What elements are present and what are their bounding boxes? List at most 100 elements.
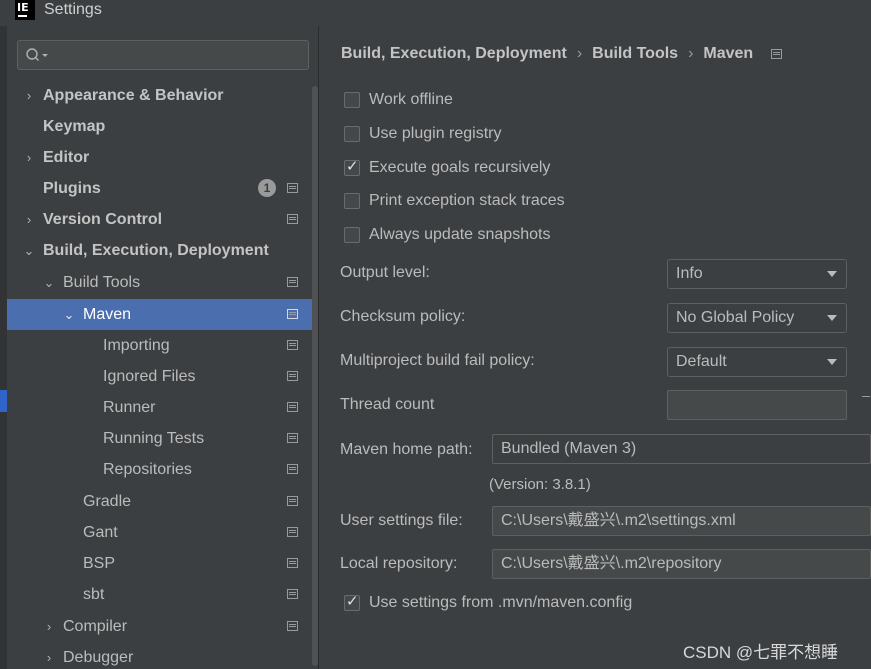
title-bar: IE Settings xyxy=(0,0,871,26)
project-settings-icon xyxy=(287,527,298,537)
sidebar-item-runner[interactable]: Runner xyxy=(7,392,318,423)
maven-settings-panel: Build, Execution, Deployment › Build Tools… xyxy=(319,26,871,669)
checkbox-box[interactable] xyxy=(344,227,360,243)
project-settings-icon xyxy=(287,309,298,319)
left-edge-marker xyxy=(0,390,7,412)
local-repository-label: Local repository: xyxy=(340,555,458,572)
sidebar-item-label: Build, Execution, Deployment xyxy=(43,242,269,259)
sidebar-item-label: Gradle xyxy=(83,493,132,510)
project-settings-icon xyxy=(771,49,783,59)
project-settings-icon xyxy=(287,496,298,506)
checkbox-box[interactable] xyxy=(344,92,360,108)
breadcrumb-item[interactable]: Build Tools xyxy=(592,45,678,63)
sidebar-item-ignored-files[interactable]: Ignored Files xyxy=(7,361,318,392)
thread-count-label: Thread count xyxy=(340,396,435,413)
dropdown-arrow-icon xyxy=(827,315,837,321)
settings-sidebar: › Appearance & Behavior Keymap › Editor … xyxy=(7,26,318,669)
checkbox-label: Print exception stack traces xyxy=(369,192,565,209)
sidebar-item-label: Running Tests xyxy=(103,430,205,447)
checksum-policy-label: Checksum policy: xyxy=(340,308,466,325)
window-title: Settings xyxy=(44,1,102,18)
sidebar-item-label: BSP xyxy=(83,555,116,572)
sidebar-item-version-control[interactable]: › Version Control xyxy=(7,204,318,235)
project-settings-icon xyxy=(287,589,298,599)
checkbox-label: Work offline xyxy=(369,91,453,108)
checkmark-icon: ✓ xyxy=(346,158,359,175)
sidebar-item-label: Repositories xyxy=(103,461,192,478)
checkbox-label: Use settings from .mvn/maven.config xyxy=(369,594,633,611)
sidebar-item-keymap[interactable]: Keymap xyxy=(7,111,318,142)
checkmark-icon: ✓ xyxy=(346,593,359,610)
maven-version-text: (Version: 3.8.1) xyxy=(489,476,591,493)
sidebar-item-label: Gant xyxy=(83,524,118,541)
sidebar-item-label: sbt xyxy=(83,586,105,603)
sidebar-item-label: Maven xyxy=(83,306,132,323)
project-settings-icon xyxy=(287,183,298,193)
project-settings-icon xyxy=(287,214,298,224)
user-settings-file-input[interactable]: C:\Users\戴盛兴\.m2\settings.xml xyxy=(492,506,871,536)
sidebar-item-label: Importing xyxy=(103,337,170,354)
project-settings-icon xyxy=(287,340,298,350)
breadcrumb-separator: › xyxy=(576,45,583,62)
select-value: No Global Policy xyxy=(676,309,795,326)
maven-home-path-select[interactable]: Bundled (Maven 3) xyxy=(492,434,871,464)
sidebar-item-debugger[interactable]: › Debugger xyxy=(7,642,318,669)
chevron-right-icon: › xyxy=(26,212,32,227)
local-repository-input[interactable]: C:\Users\戴盛兴\.m2\repository xyxy=(492,549,871,579)
checkbox-box[interactable] xyxy=(344,126,360,142)
sidebar-item-compiler[interactable]: › Compiler xyxy=(7,611,318,642)
sidebar-item-appearance-behavior[interactable]: › Appearance & Behavior xyxy=(7,80,318,111)
sidebar-item-label: Debugger xyxy=(63,649,134,666)
sidebar-item-sbt[interactable]: sbt xyxy=(7,579,318,610)
output-level-select[interactable]: Info xyxy=(667,259,847,289)
sidebar-item-label: Runner xyxy=(103,399,156,416)
sidebar-item-maven[interactable]: ⌄ Maven xyxy=(7,299,318,330)
sidebar-item-plugins[interactable]: Plugins 1 xyxy=(7,173,318,204)
sidebar-item-build-execution-deployment[interactable]: ⌄ Build, Execution, Deployment xyxy=(7,235,318,266)
sidebar-item-bsp[interactable]: BSP xyxy=(7,548,318,579)
output-level-label: Output level: xyxy=(340,264,430,281)
checkbox-box[interactable]: ✓ xyxy=(344,593,360,611)
maven-home-path-label: Maven home path: xyxy=(340,441,473,458)
select-value: Info xyxy=(676,265,703,282)
multiproject-fail-policy-select[interactable]: Default xyxy=(667,347,847,377)
sidebar-item-repositories[interactable]: Repositories xyxy=(7,454,318,485)
breadcrumb-item[interactable]: Build, Execution, Deployment xyxy=(341,45,567,63)
sidebar-item-importing[interactable]: Importing xyxy=(7,330,318,361)
breadcrumb-item: Maven xyxy=(703,45,754,62)
sidebar-item-editor[interactable]: › Editor xyxy=(7,142,318,173)
watermark: CSDN @七罪不想睡 xyxy=(683,643,839,662)
sidebar-item-label: Plugins xyxy=(43,180,101,197)
thread-count-input[interactable] xyxy=(667,390,847,420)
checkbox-box[interactable]: ✓ xyxy=(344,158,360,176)
checkbox-label: Use plugin registry xyxy=(369,125,502,142)
checksum-policy-select[interactable]: No Global Policy xyxy=(667,303,847,333)
chevron-down-icon: ⌄ xyxy=(23,243,35,258)
chevron-down-icon: ⌄ xyxy=(63,307,75,322)
breadcrumb: Build, Execution, Deployment › Build Tools… xyxy=(341,45,783,63)
checkbox-box[interactable] xyxy=(344,193,360,209)
sidebar-item-gradle[interactable]: Gradle xyxy=(7,486,318,517)
chevron-right-icon: › xyxy=(46,650,52,665)
chevron-right-icon: › xyxy=(26,88,32,103)
chevron-down-icon: ⌄ xyxy=(43,275,55,290)
dropdown-arrow-icon xyxy=(827,271,837,277)
breadcrumb-separator: › xyxy=(688,45,694,62)
sidebar-item-running-tests[interactable]: Running Tests xyxy=(7,423,318,454)
sidebar-item-label: Ignored Files xyxy=(103,368,196,385)
dropdown-arrow-icon xyxy=(827,359,837,365)
checkbox-label: Execute goals recursively xyxy=(369,159,551,176)
project-settings-icon xyxy=(287,464,298,474)
multiproject-fail-policy-label: Multiproject build fail policy: xyxy=(340,352,535,369)
project-settings-icon xyxy=(287,621,298,631)
project-settings-icon xyxy=(287,402,298,412)
sidebar-item-label: Editor xyxy=(43,149,90,166)
search-input[interactable] xyxy=(17,40,309,70)
project-settings-icon xyxy=(287,433,298,443)
sidebar-item-label: Appearance & Behavior xyxy=(43,87,224,104)
sidebar-item-gant[interactable]: Gant xyxy=(7,517,318,548)
search-icon xyxy=(26,48,48,61)
sidebar-item-label: Keymap xyxy=(43,118,106,135)
sidebar-item-build-tools[interactable]: ⌄ Build Tools xyxy=(7,267,318,298)
app-logo-icon: IE xyxy=(15,0,35,20)
